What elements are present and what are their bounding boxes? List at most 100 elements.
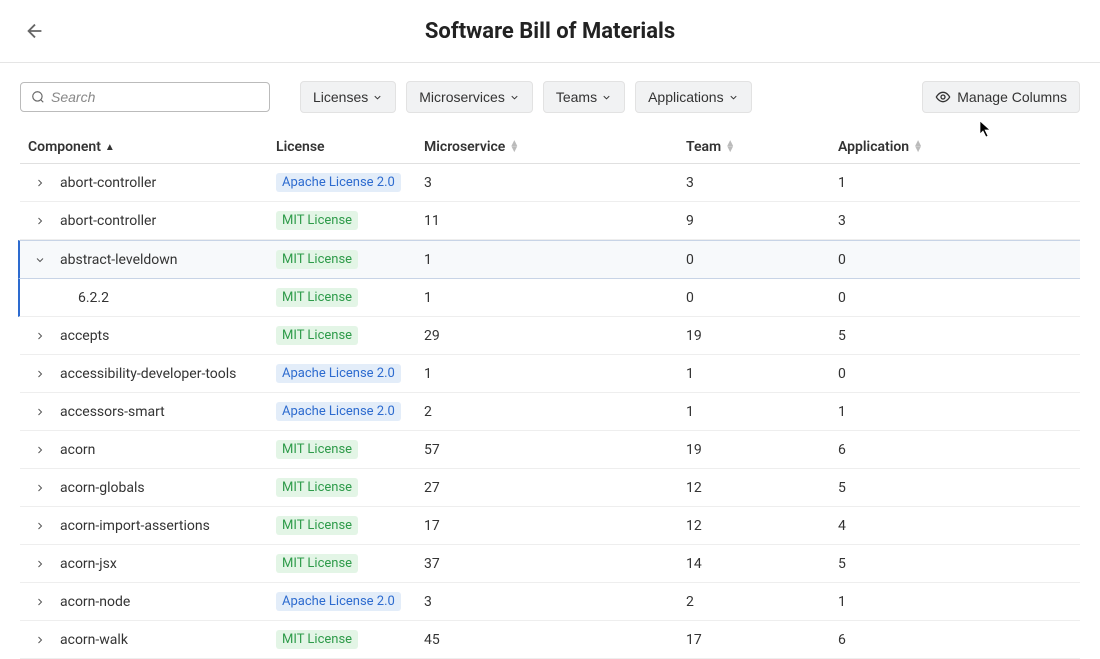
sort-icon: ▲▼ [913, 141, 923, 153]
expand-toggle[interactable] [20, 520, 60, 532]
col-application-label: Application [838, 139, 909, 155]
component-name: acorn-globals [60, 480, 276, 496]
table-row[interactable]: accessibility-developer-toolsApache Lice… [20, 355, 1080, 393]
application-count: 0 [838, 252, 1080, 268]
microservice-count: 57 [424, 442, 686, 458]
table-row[interactable]: acornMIT License57196 [20, 431, 1080, 469]
expand-toggle[interactable] [20, 634, 60, 646]
expand-toggle[interactable] [20, 368, 60, 380]
license-badge[interactable]: Apache License 2.0 [276, 173, 401, 192]
microservice-count: 11 [424, 213, 686, 229]
chevron-down-icon [601, 92, 612, 103]
microservice-count: 27 [424, 480, 686, 496]
microservice-count: 29 [424, 328, 686, 344]
table-row[interactable]: acorn-globalsMIT License27125 [20, 469, 1080, 507]
table-header: Component ▲ License Microservice ▲▼ Team… [20, 131, 1080, 164]
license-cell: MIT License [276, 288, 424, 307]
license-badge[interactable]: MIT License [276, 516, 358, 535]
table-row[interactable]: acorn-import-assertionsMIT License17124 [20, 507, 1080, 545]
sort-icon: ▲▼ [725, 141, 735, 153]
expand-toggle[interactable] [20, 406, 60, 418]
table-row[interactable]: abort-controllerMIT License1193 [20, 202, 1080, 240]
license-badge[interactable]: Apache License 2.0 [276, 364, 401, 383]
expand-toggle[interactable] [20, 596, 60, 608]
license-badge[interactable]: MIT License [276, 630, 358, 649]
back-button[interactable] [24, 20, 46, 42]
license-badge[interactable]: MIT License [276, 326, 358, 345]
table-row[interactable]: abort-controllerApache License 2.0331 [20, 164, 1080, 202]
team-count: 1 [686, 404, 838, 420]
component-name: accessors-smart [60, 404, 276, 420]
chevron-down-icon [372, 92, 383, 103]
license-badge[interactable]: Apache License 2.0 [276, 592, 401, 611]
eye-icon [935, 89, 951, 105]
filter-licenses[interactable]: Licenses [300, 81, 396, 113]
license-badge[interactable]: MIT License [276, 250, 358, 269]
table-row[interactable]: 6.2.2MIT License100 [18, 279, 1080, 317]
chevron-down-icon [509, 92, 520, 103]
expand-toggle[interactable] [20, 177, 60, 189]
license-cell: MIT License [276, 250, 424, 269]
search-input[interactable] [51, 89, 259, 105]
col-microservice[interactable]: Microservice ▲▼ [424, 139, 686, 155]
expand-toggle[interactable] [20, 215, 60, 227]
license-cell: MIT License [276, 554, 424, 573]
search-icon [31, 90, 45, 104]
table-row[interactable]: accessors-smartApache License 2.0211 [20, 393, 1080, 431]
filter-microservices-label: Microservices [419, 89, 505, 105]
microservice-count: 45 [424, 632, 686, 648]
license-cell: MIT License [276, 326, 424, 345]
microservice-count: 17 [424, 518, 686, 534]
filter-teams[interactable]: Teams [543, 81, 625, 113]
license-cell: MIT License [276, 630, 424, 649]
license-badge[interactable]: MIT License [276, 288, 358, 307]
expand-toggle[interactable] [20, 558, 60, 570]
filter-licenses-label: Licenses [313, 89, 368, 105]
license-cell: MIT License [276, 478, 424, 497]
application-count: 6 [838, 442, 1080, 458]
table-row[interactable]: acorn-walkMIT License45176 [20, 621, 1080, 659]
component-name: acorn-node [60, 594, 276, 610]
application-count: 0 [838, 366, 1080, 382]
col-license[interactable]: License [276, 139, 424, 155]
application-count: 0 [838, 290, 1080, 306]
team-count: 9 [686, 213, 838, 229]
filter-microservices[interactable]: Microservices [406, 81, 533, 113]
table-row[interactable]: acorn-jsxMIT License37145 [20, 545, 1080, 583]
col-license-label: License [276, 139, 325, 155]
table-row[interactable]: acorn-nodeApache License 2.0321 [20, 583, 1080, 621]
col-team[interactable]: Team ▲▼ [686, 139, 838, 155]
microservice-count: 1 [424, 290, 686, 306]
component-name: acorn-import-assertions [60, 518, 276, 534]
table-row[interactable]: abstract-leveldownMIT License100 [18, 240, 1080, 279]
microservice-count: 3 [424, 175, 686, 191]
microservice-count: 2 [424, 404, 686, 420]
license-cell: Apache License 2.0 [276, 592, 424, 611]
expand-toggle[interactable] [20, 482, 60, 494]
component-name: accessibility-developer-tools [60, 366, 276, 382]
filter-applications[interactable]: Applications [635, 81, 752, 113]
team-count: 12 [686, 518, 838, 534]
team-count: 12 [686, 480, 838, 496]
application-count: 3 [838, 213, 1080, 229]
sort-asc-icon: ▲ [105, 142, 115, 153]
license-badge[interactable]: Apache License 2.0 [276, 402, 401, 421]
expand-toggle[interactable] [20, 330, 60, 342]
expand-toggle[interactable] [20, 444, 60, 456]
license-badge[interactable]: MIT License [276, 440, 358, 459]
search-input-wrapper[interactable] [20, 82, 270, 112]
license-badge[interactable]: MIT License [276, 478, 358, 497]
team-count: 0 [686, 290, 838, 306]
license-badge[interactable]: MIT License [276, 554, 358, 573]
license-badge[interactable]: MIT License [276, 211, 358, 230]
col-component[interactable]: Component ▲ [20, 139, 276, 155]
col-application[interactable]: Application ▲▼ [838, 139, 1080, 155]
team-count: 0 [686, 252, 838, 268]
table-row[interactable]: acceptsMIT License29195 [20, 317, 1080, 355]
application-count: 5 [838, 556, 1080, 572]
license-cell: MIT License [276, 440, 424, 459]
team-count: 17 [686, 632, 838, 648]
manage-columns-button[interactable]: Manage Columns [922, 81, 1080, 113]
expand-toggle[interactable] [20, 254, 60, 266]
team-count: 19 [686, 328, 838, 344]
